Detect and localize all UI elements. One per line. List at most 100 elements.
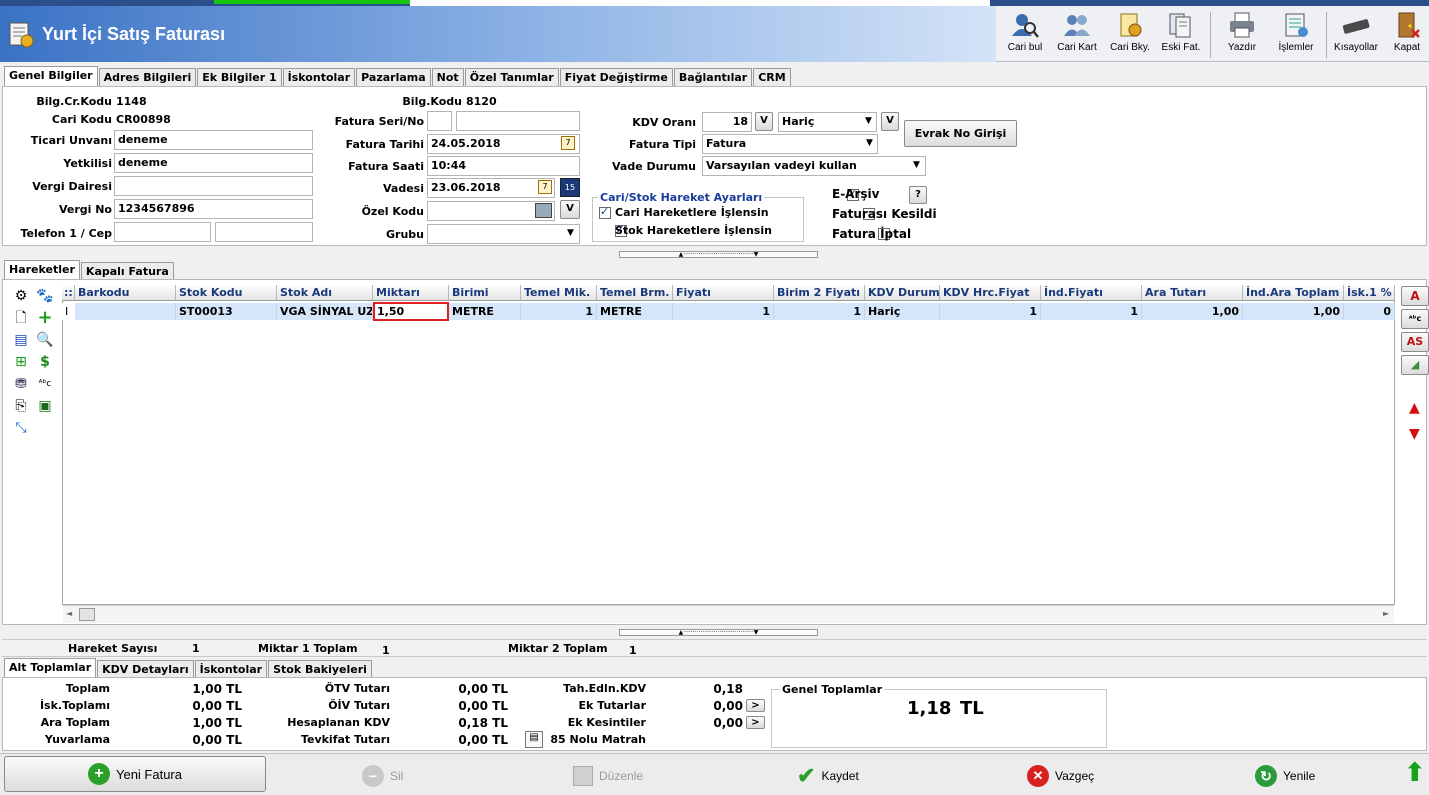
cep-field[interactable] (215, 222, 313, 242)
price-icon[interactable]: $ (36, 353, 54, 371)
tab-iskontolar[interactable]: İskontolar (282, 68, 356, 86)
fatura-tipi-select[interactable]: Fatura (702, 134, 878, 154)
yetkilisi-field[interactable]: deneme (114, 153, 313, 173)
eski-fat-button[interactable]: Eski Fat. (1157, 10, 1205, 62)
tab-pazarlama[interactable]: Pazarlama (356, 68, 431, 86)
calculator-icon[interactable]: ▣ (36, 397, 54, 415)
sil-button[interactable]: − Sil (362, 761, 403, 791)
vergi-no-field[interactable]: 1234567896 (114, 199, 313, 219)
cell-birimi[interactable]: METRE (449, 303, 521, 320)
column-header-isk1[interactable]: İsk.1 % (1344, 285, 1395, 301)
dog-icon[interactable]: 🐾 (36, 287, 54, 305)
add-row-icon[interactable]: ⊞ (12, 353, 30, 371)
calendar-icon[interactable]: 7 (561, 136, 575, 150)
tab-ek-bilgiler-1[interactable]: Ek Bilgiler 1 (197, 68, 282, 86)
vadesi-field[interactable]: 23.06.2018 (427, 178, 555, 198)
column-header-temel-brm[interactable]: Temel Brm. (597, 285, 673, 301)
cell-ind-fiyati[interactable]: 1 (1041, 303, 1142, 320)
tab-kdv-detaylari[interactable]: KDV Detayları (97, 660, 194, 678)
cell-stok-kodu[interactable]: ST00013 (176, 303, 277, 320)
tab-baglantilar[interactable]: Bağlantılar (673, 68, 753, 86)
kdv-dahil-select[interactable]: Hariç (778, 112, 877, 132)
up-arrow-icon[interactable]: ⬆ (1404, 758, 1426, 788)
scroll-left-icon[interactable]: ◄ (66, 609, 72, 618)
move-up-icon[interactable]: ▲ (1409, 400, 1420, 416)
cari-bul-button[interactable]: Cari bul (1001, 10, 1049, 62)
lookup-icon[interactable] (535, 203, 552, 218)
telefon1-field[interactable] (114, 222, 211, 242)
tab-stok-bakiyeleri[interactable]: Stok Bakiyeleri (268, 660, 372, 678)
ek-tutarlar-button[interactable]: > (746, 699, 765, 712)
cell-ind-ara-toplam[interactable]: 1,00 (1243, 303, 1344, 320)
cari-hareket-checkbox[interactable] (599, 205, 611, 219)
kdv-orani-field[interactable]: 18 (702, 112, 752, 132)
column-header-ind-fiyati[interactable]: İnd.Fiyatı (1041, 285, 1142, 301)
vazgec-button[interactable]: ✕ Vazgeç (1027, 761, 1094, 791)
tab-hareketler[interactable]: Hareketler (4, 260, 80, 280)
kdv-orani-v-button[interactable]: V (755, 112, 773, 131)
yazdir-button[interactable]: Yazdır (1220, 10, 1264, 62)
cell-isk1[interactable]: 0 (1344, 303, 1395, 320)
network-icon[interactable]: ⤡ (12, 419, 30, 437)
tab-fiyat-degistirme[interactable]: Fiyat Değiştirme (559, 68, 673, 86)
kapat-button[interactable]: Kapat (1387, 10, 1427, 62)
cell-birim2-fiyati[interactable]: 1 (774, 303, 865, 320)
font-a-button[interactable]: A (1401, 286, 1429, 306)
text-format-icon[interactable]: ᴬᵇc (36, 375, 54, 393)
kaydet-button[interactable]: ✔ Kaydet (797, 761, 859, 791)
chart-button[interactable]: ◢ (1401, 355, 1429, 375)
column-header-temel-mik[interactable]: Temel Mik. (521, 285, 597, 301)
tab-alt-toplamlar[interactable]: Alt Toplamlar (4, 658, 97, 678)
column-header-birimi[interactable]: Birimi (449, 285, 521, 301)
move-down-icon[interactable]: ▼ (1409, 426, 1420, 442)
bottom-splitter-handle[interactable]: ▲·····································▼ (619, 629, 818, 636)
calendar-icon[interactable]: 7 (538, 180, 552, 194)
column-header-birim2-fiyati[interactable]: Birim 2 Fiyatı (774, 285, 865, 301)
document-list-icon[interactable]: ▤ (12, 331, 30, 349)
tab-not[interactable]: Not (431, 68, 464, 86)
cari-kart-button[interactable]: Cari Kart (1052, 10, 1102, 62)
new-document-icon[interactable]: 🗋 (12, 309, 30, 327)
cell-temel-mik[interactable]: 1 (521, 303, 597, 320)
cell-barkodu[interactable] (75, 303, 176, 320)
vergi-dairesi-field[interactable] (114, 176, 313, 196)
cell-stok-adi[interactable]: VGA SİNYAL UZA (277, 303, 373, 320)
column-header-ind-ara-toplam[interactable]: İnd.Ara Toplam (1243, 285, 1344, 301)
fatura-no-field[interactable] (456, 111, 580, 131)
search-icon[interactable]: 🔍 (36, 331, 54, 349)
copy-icon[interactable]: ⎘ (12, 397, 30, 415)
tab-ozel-tanimlar[interactable]: Özel Tanımlar (464, 68, 559, 86)
yeni-fatura-button[interactable]: + Yeni Fatura (4, 756, 266, 792)
cari-bky-button[interactable]: Cari Bky. (1105, 10, 1155, 62)
tab-crm[interactable]: CRM (753, 68, 791, 86)
table-icon[interactable]: ⛃ (12, 375, 30, 393)
column-header-barkodu[interactable]: Barkodu (75, 285, 176, 301)
tab-genel-bilgiler[interactable]: Genel Bilgiler (4, 66, 98, 86)
column-header-kdv-durumu[interactable]: KDV Durumu (865, 285, 940, 301)
add-icon[interactable]: + (36, 309, 54, 327)
font-as-button[interactable]: AS (1401, 332, 1429, 352)
cell-miktari[interactable]: 1,50 (373, 302, 449, 321)
tab-adres-bilgileri[interactable]: Adres Bilgileri (98, 68, 197, 86)
calendar-15-icon[interactable]: 15 (560, 178, 580, 197)
cell-kdv-hrc-fiyat[interactable]: 1 (940, 303, 1041, 320)
cell-fiyati[interactable]: 1 (673, 303, 774, 320)
fatura-tarihi-field[interactable]: 24.05.2018 (427, 134, 580, 154)
column-header-ara-tutari[interactable]: Ara Tutarı (1142, 285, 1243, 301)
top-splitter-handle[interactable]: ▲·····································▼ (619, 251, 818, 258)
fatura-seri-field[interactable] (427, 111, 452, 131)
tevkifat-detail-icon[interactable]: ▤ (525, 731, 543, 748)
evrak-no-button[interactable]: Evrak No Girişi (904, 120, 1017, 147)
tab-kapali-fatura[interactable]: Kapalı Fatura (80, 262, 174, 280)
column-header-fiyati[interactable]: Fiyatı (673, 285, 774, 301)
help-button[interactable]: ? (909, 186, 927, 204)
ozel-kodu-v-button[interactable]: V (560, 200, 580, 219)
column-header-stok-kodu[interactable]: Stok Kodu (176, 285, 277, 301)
vade-durumu-select[interactable]: Varsayılan vadeyi kullan (702, 156, 926, 176)
fatura-saati-field[interactable]: 10:44 (427, 156, 580, 176)
grubu-select[interactable] (427, 224, 580, 244)
column-header-kdv-hrc-fiyat[interactable]: KDV Hrc.Fiyat (940, 285, 1041, 301)
cell-temel-brm[interactable]: METRE (597, 303, 673, 320)
kdv-dahil-v-button[interactable]: V (881, 112, 899, 131)
text-format-button[interactable]: ᴬᵇc (1401, 309, 1429, 329)
